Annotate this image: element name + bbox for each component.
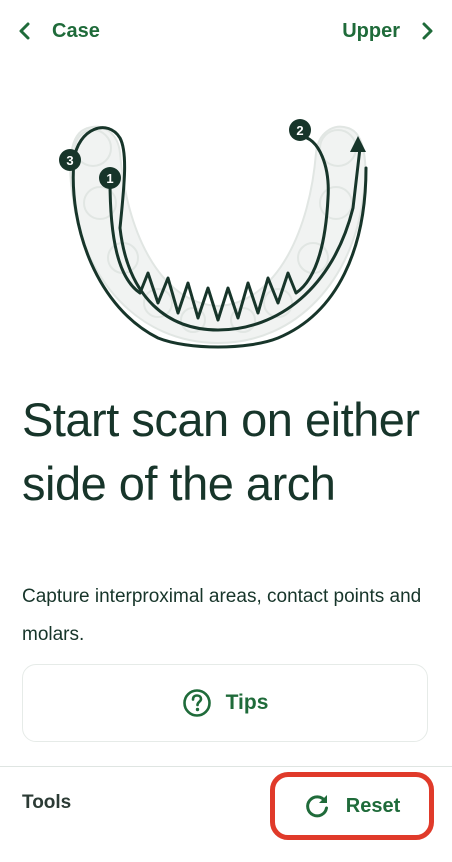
next-upper-button[interactable]: Upper [342,16,438,46]
page-title: Start scan on either side of the arch [22,393,420,510]
tips-button[interactable]: Tips [22,664,428,742]
chevron-left-icon [19,22,30,40]
step-marker-2: 2 [289,119,311,141]
reset-button[interactable]: Reset [270,772,434,840]
tips-label: Tips [225,691,269,714]
back-to-case-button[interactable]: Case [14,16,100,46]
svg-text:1: 1 [106,171,113,186]
svg-text:2: 2 [296,123,303,138]
next-label: Upper [342,19,400,42]
top-navigation-bar: Case Upper [0,0,452,62]
help-circle-icon [182,689,211,717]
tools-button[interactable]: Tools [22,792,71,814]
scan-path-illustration: 1 2 3 [59,119,368,349]
footer-divider [0,766,452,767]
step-marker-3: 3 [59,149,81,171]
svg-text:3: 3 [66,153,73,168]
chevron-right-icon [422,22,433,40]
back-label: Case [52,19,100,42]
refresh-icon [305,795,328,818]
reset-label: Reset [345,794,401,817]
instruction-text: Capture interproximal areas, contact poi… [22,586,422,645]
step-marker-1: 1 [99,167,121,189]
